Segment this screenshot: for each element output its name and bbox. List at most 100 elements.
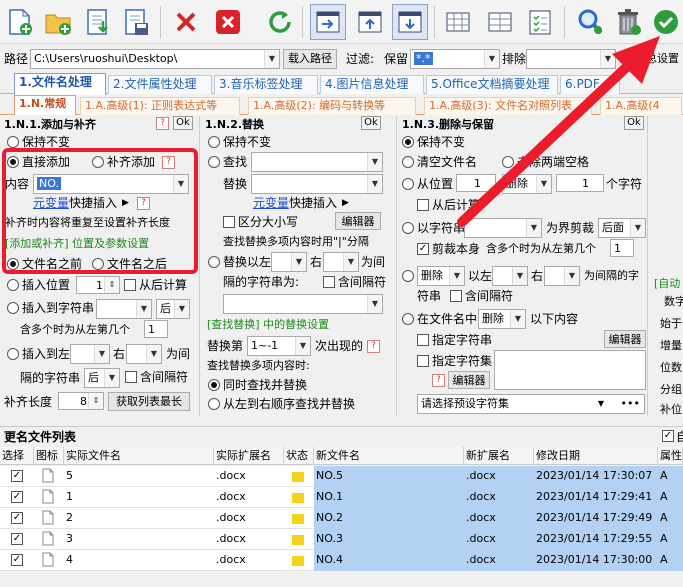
subtab-advanced-1[interactable]: 1.A.高级(1): 正则表达式等 bbox=[80, 97, 240, 115]
ok-button[interactable]: Ok bbox=[361, 116, 381, 130]
chevron-down-icon[interactable]: ▼ bbox=[600, 50, 615, 68]
from-back-checkbox[interactable] bbox=[417, 199, 429, 211]
col-ext[interactable]: 实际扩展名 bbox=[214, 447, 284, 465]
chevron-down-icon[interactable]: ▼ bbox=[94, 345, 109, 363]
chevron-down-icon[interactable]: ▼ bbox=[449, 267, 464, 285]
case-sensitive-checkbox[interactable] bbox=[223, 216, 235, 228]
nth-select[interactable]: 1~-1 ▼ bbox=[247, 336, 311, 356]
var-link[interactable]: 元变量 bbox=[253, 195, 289, 211]
import-path-icon[interactable] bbox=[310, 4, 346, 40]
chevron-down-icon[interactable]: ▼ bbox=[510, 310, 525, 328]
col-new-ext[interactable]: 新扩展名 bbox=[464, 447, 534, 465]
remove-icon[interactable] bbox=[168, 4, 204, 40]
radio-insert-to-str[interactable] bbox=[7, 302, 19, 314]
from-back-checkbox[interactable] bbox=[124, 279, 136, 291]
path-combo[interactable]: C:\Users\ruoshui\Desktop\ ▼ bbox=[30, 49, 280, 69]
chevron-down-icon[interactable]: ▼ bbox=[630, 219, 645, 237]
table-row[interactable]: ✓ 3 .docx NO.3 .docx 2023/01/14 17:29:55 A bbox=[0, 529, 683, 550]
col-attr[interactable]: 属性 bbox=[658, 447, 683, 465]
chevron-down-icon[interactable]: ▼ bbox=[295, 337, 310, 355]
tab-image-info[interactable]: 4.图片信息处理 bbox=[320, 75, 424, 94]
radio-remove-spaces[interactable] bbox=[502, 156, 514, 168]
quick-insert[interactable]: 快捷插入 bbox=[289, 195, 337, 211]
help-icon[interactable]: ? bbox=[432, 374, 445, 387]
delete-select-2[interactable]: 删除 ▼ bbox=[417, 266, 465, 286]
row-checkbox[interactable]: ✓ bbox=[11, 554, 23, 566]
find-input[interactable]: ▼ bbox=[251, 152, 383, 172]
col-date[interactable]: 修改日期 bbox=[534, 447, 658, 465]
radio-find[interactable] bbox=[208, 156, 220, 168]
radio-from-pos[interactable] bbox=[402, 178, 414, 190]
chevron-down-icon[interactable]: ▼ bbox=[136, 300, 151, 318]
radio-insert-left[interactable] bbox=[7, 348, 19, 360]
settings-label[interactable]: 总设置 bbox=[646, 51, 679, 67]
tab-attributes[interactable]: 2.文件属性处理 bbox=[108, 75, 212, 94]
auto-checkbox[interactable]: ✓ bbox=[662, 430, 674, 442]
gap-str-input[interactable]: ▼ bbox=[223, 294, 383, 314]
right-str-input[interactable]: ▼ bbox=[544, 266, 580, 286]
chevron-down-icon[interactable]: ▼ bbox=[291, 253, 306, 271]
get-max-length-button[interactable]: 获取列表最长 bbox=[108, 392, 190, 411]
pad-len-spinner[interactable]: 8 ⇕ bbox=[58, 392, 104, 410]
editor-button[interactable]: 编辑器 bbox=[335, 212, 381, 230]
radio-clear-name[interactable] bbox=[402, 156, 414, 168]
cut-self-checkbox[interactable]: ✓ bbox=[417, 243, 429, 255]
execute-icon[interactable] bbox=[648, 4, 683, 40]
radio-insert-pos[interactable] bbox=[7, 279, 19, 291]
chevron-down-icon[interactable]: ▼ bbox=[264, 50, 279, 68]
col-icon[interactable]: 图标 bbox=[34, 447, 64, 465]
chevron-down-icon[interactable]: ▼ bbox=[484, 50, 499, 68]
load-path-button[interactable]: 载入路径 bbox=[283, 49, 337, 69]
save-list-icon[interactable] bbox=[118, 4, 154, 40]
help-icon[interactable]: ? bbox=[156, 117, 169, 130]
radio-keep[interactable] bbox=[402, 136, 414, 148]
col-status[interactable]: 状态 bbox=[284, 447, 314, 465]
chevron-down-icon[interactable]: ▼ bbox=[367, 153, 382, 171]
col-new-name[interactable]: 新文件名 bbox=[314, 447, 464, 465]
radio-replace-left[interactable] bbox=[208, 256, 220, 268]
include-gap-checkbox[interactable] bbox=[125, 371, 137, 383]
radio-with-str[interactable] bbox=[402, 222, 414, 234]
spin-icon[interactable]: ⇕ bbox=[104, 277, 119, 293]
row-checkbox[interactable]: ✓ bbox=[11, 470, 23, 482]
nth-spinner[interactable]: 1 bbox=[610, 239, 634, 257]
subtab-advanced-4[interactable]: 1.A.高级(4 bbox=[600, 97, 682, 115]
radio-sequential[interactable] bbox=[208, 398, 220, 410]
table-row[interactable]: ✓ 5 .docx NO.5 .docx 2023/01/14 17:30:07 A bbox=[0, 466, 683, 487]
chevron-down-icon[interactable]: ▼ bbox=[598, 395, 604, 413]
exclude-filter-combo[interactable]: ▼ bbox=[526, 49, 616, 69]
after-select[interactable]: 后 ▼ bbox=[156, 299, 190, 319]
chevron-down-icon[interactable]: ▼ bbox=[512, 267, 527, 285]
insert-pos-spinner[interactable]: 1 ⇕ bbox=[76, 276, 120, 294]
spin-icon[interactable]: ⇕ bbox=[88, 393, 103, 409]
chevron-down-icon[interactable]: ▼ bbox=[536, 175, 551, 193]
delete-select[interactable]: 删除 ▼ bbox=[502, 174, 552, 194]
editor-button-2[interactable]: 编辑器 bbox=[448, 371, 490, 389]
left-str-input[interactable]: ▼ bbox=[271, 252, 307, 272]
triangle-right-icon[interactable]: ▶ bbox=[342, 195, 349, 211]
move-up-icon[interactable] bbox=[352, 4, 388, 40]
import-list-icon[interactable] bbox=[80, 4, 116, 40]
after-select-2[interactable]: 后 ▼ bbox=[84, 368, 120, 388]
table-row[interactable]: ✓ 1 .docx NO.1 .docx 2023/01/14 17:29:41 A bbox=[0, 487, 683, 508]
radio-keep[interactable] bbox=[208, 136, 220, 148]
search-icon[interactable] bbox=[572, 4, 608, 40]
replace-input[interactable]: ▼ bbox=[251, 174, 383, 194]
left-str-input[interactable]: ▼ bbox=[70, 344, 110, 364]
include-gap-checkbox[interactable] bbox=[323, 276, 335, 288]
chevron-down-icon[interactable]: ▼ bbox=[526, 219, 541, 237]
side-select[interactable]: 后面 ▼ bbox=[598, 218, 646, 238]
subtab-advanced-2[interactable]: 1.A.高级(2): 编码与转换等 bbox=[248, 97, 416, 115]
keep-filter-combo[interactable]: *.* ▼ bbox=[410, 49, 500, 69]
left-str-input[interactable]: ▼ bbox=[492, 266, 528, 286]
include-gap-checkbox[interactable] bbox=[450, 290, 462, 302]
radio-delete-between[interactable] bbox=[402, 270, 414, 282]
subtab-advanced-3[interactable]: 1.A.高级(3): 文件名对照列表 bbox=[424, 97, 592, 115]
chevron-down-icon[interactable]: ▼ bbox=[146, 345, 161, 363]
preset-charset-select[interactable]: 请选择预设字符集 ▼ ••• bbox=[417, 394, 645, 414]
tab-music-tags[interactable]: 3.音乐标签处理 bbox=[214, 75, 318, 94]
ok-button[interactable]: Ok bbox=[173, 116, 193, 130]
columns-icon[interactable] bbox=[440, 4, 476, 40]
radio-in-name[interactable] bbox=[402, 313, 414, 325]
radio-keep[interactable] bbox=[7, 136, 19, 148]
